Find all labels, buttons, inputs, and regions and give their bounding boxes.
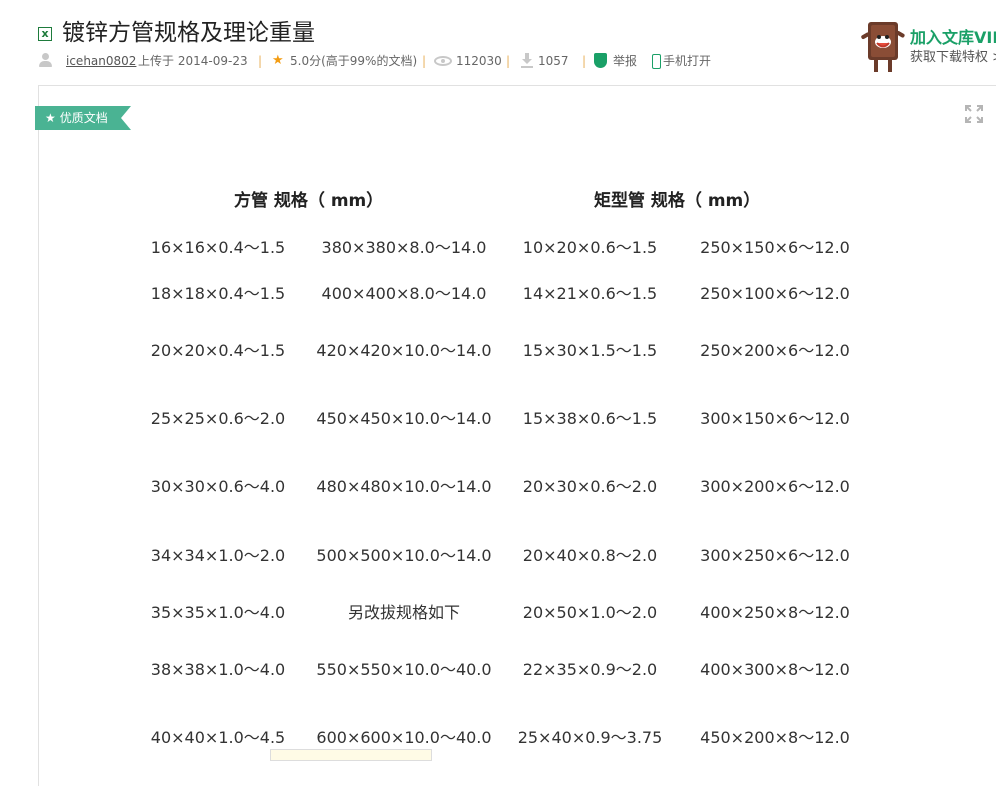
spec-cell: 15×38×0.6～1.5 xyxy=(522,409,658,428)
meta-separator: | xyxy=(258,54,263,68)
user-icon xyxy=(38,52,52,68)
spec-cell: 另改拔规格如下 xyxy=(347,603,460,622)
spec-cell: 30×30×0.6～4.0 xyxy=(150,477,286,496)
star-icon: ★ xyxy=(272,53,284,68)
spec-cell: 380×380×8.0～14.0 xyxy=(321,238,487,257)
meta-separator: | xyxy=(582,54,587,68)
uploaded-label: 上传于 xyxy=(138,54,175,68)
spec-cell: 600×600×10.0～40.0 xyxy=(316,728,492,747)
spec-cell: 400×300×8～12.0 xyxy=(700,660,850,679)
spec-cell: 300×200×6～12.0 xyxy=(700,477,850,496)
book-mascot-icon xyxy=(861,22,905,72)
vip-title[interactable]: 加入文库VIP xyxy=(910,24,996,48)
open-on-phone-link[interactable]: 手机打开 xyxy=(663,52,711,70)
download-icon-base xyxy=(521,66,533,68)
meta-separator: | xyxy=(422,54,427,68)
tooltip-peek xyxy=(270,749,432,761)
spec-cell: 20×30×0.6～2.0 xyxy=(522,477,658,496)
rect-tube-header: 矩型管 规格（ mm） xyxy=(594,191,761,211)
spec-cell: 250×200×6～12.0 xyxy=(700,341,850,360)
document-title: 镀锌方管规格及理论重量 xyxy=(62,20,315,46)
report-link[interactable]: 举报 xyxy=(613,52,637,70)
view-count: 112030 xyxy=(456,54,502,68)
rating-text: 5.0分(高于99%的文档) xyxy=(290,54,418,68)
star-icon: ★ xyxy=(45,111,56,125)
upload-info: 上传于 2014-09-23 xyxy=(138,52,248,70)
spec-cell: 300×250×6～12.0 xyxy=(700,546,850,565)
spec-cell: 420×420×10.0～14.0 xyxy=(316,341,492,360)
spec-cell: 400×250×8～12.0 xyxy=(700,603,850,622)
spec-cell: 15×30×1.5～1.5 xyxy=(522,341,658,360)
spec-cell: 20×50×1.0～2.0 xyxy=(522,603,658,622)
spec-cell: 10×20×0.6～1.5 xyxy=(522,238,658,257)
spec-cell: 450×200×8～12.0 xyxy=(700,728,850,747)
author-link[interactable]: icehan0802 xyxy=(66,52,136,70)
spec-cell: 550×550×10.0～40.0 xyxy=(316,660,492,679)
excel-file-icon: x xyxy=(38,27,52,41)
spec-cell: 400×400×8.0～14.0 xyxy=(321,284,487,303)
spec-cell: 20×20×0.4～1.5 xyxy=(150,341,286,360)
spec-cell: 22×35×0.9～2.0 xyxy=(522,660,658,679)
spec-cell: 18×18×0.4～1.5 xyxy=(150,284,286,303)
spec-cell: 20×40×0.8～2.0 xyxy=(522,546,658,565)
spec-cell: 40×40×1.0～4.5 xyxy=(150,728,286,747)
shield-icon[interactable] xyxy=(594,53,607,68)
spec-cell: 25×25×0.6～2.0 xyxy=(150,409,286,428)
spec-cell: 25×40×0.9～3.75 xyxy=(517,728,663,747)
download-count: 1057 xyxy=(538,54,569,68)
eye-icon xyxy=(434,56,452,66)
spec-cell: 250×150×6～12.0 xyxy=(700,238,850,257)
document-page xyxy=(38,86,996,786)
spec-cell: 450×450×10.0～14.0 xyxy=(316,409,492,428)
spec-cell: 34×34×1.0～2.0 xyxy=(150,546,286,565)
upload-date: 2014-09-23 xyxy=(177,54,248,68)
spec-cell: 16×16×0.4～1.5 xyxy=(150,238,286,257)
spec-cell: 480×480×10.0～14.0 xyxy=(316,477,492,496)
quality-badge-label: 优质文档 xyxy=(59,111,108,125)
spec-cell: 38×38×1.0～4.0 xyxy=(150,660,286,679)
spec-cell: 300×150×6～12.0 xyxy=(700,409,850,428)
square-tube-header: 方管 规格（ mm） xyxy=(234,191,384,211)
spec-cell: 500×500×10.0～14.0 xyxy=(316,546,492,565)
vip-subtitle[interactable]: 获取下载特权 > xyxy=(910,46,996,65)
meta-separator: | xyxy=(506,54,511,68)
phone-icon[interactable] xyxy=(652,54,661,69)
spec-cell: 35×35×1.0～4.0 xyxy=(150,603,286,622)
spec-cell: 250×100×6～12.0 xyxy=(700,284,850,303)
spec-cell: 14×21×0.6～1.5 xyxy=(522,284,658,303)
quality-badge: ★ 优质文档 xyxy=(35,106,131,130)
fullscreen-icon[interactable] xyxy=(964,104,984,124)
vip-promo[interactable]: 加入文库VIP 获取下载特权 > xyxy=(858,14,996,76)
